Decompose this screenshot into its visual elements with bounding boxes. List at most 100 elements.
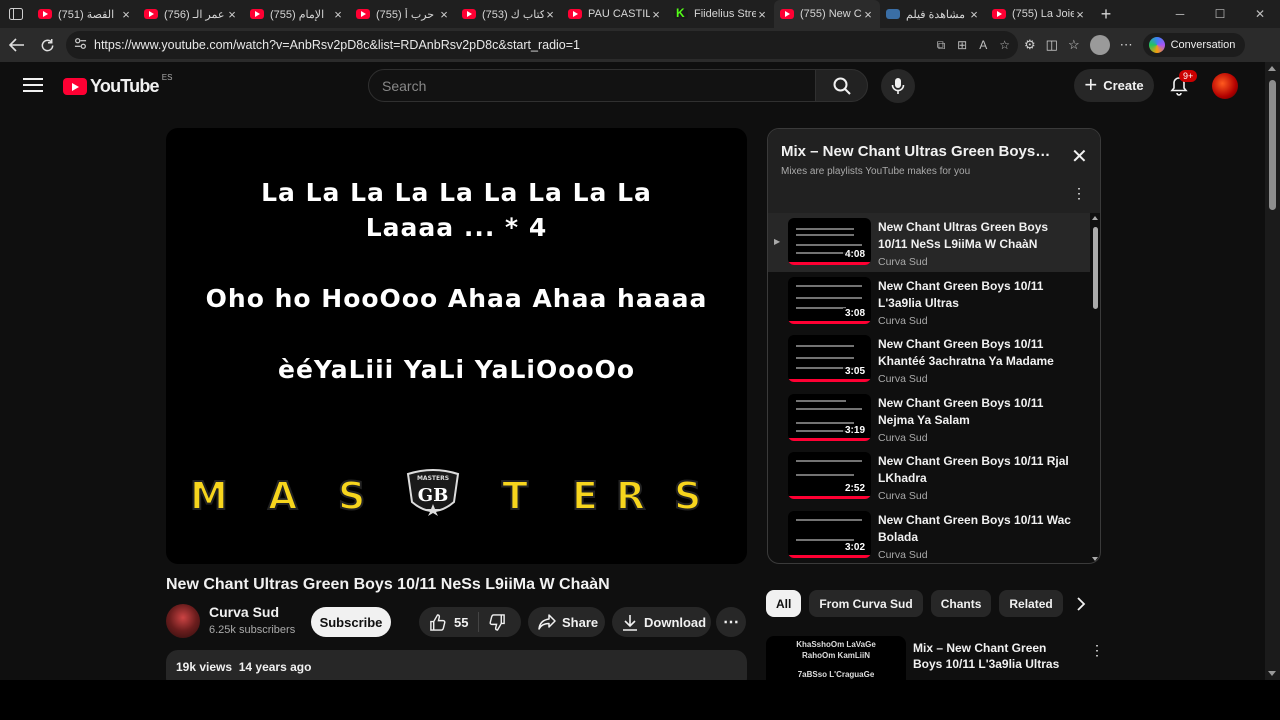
browser-tab[interactable]: Fiidelius Stre×	[668, 0, 774, 28]
chevron-right-icon[interactable]	[1068, 590, 1094, 617]
close-window-button[interactable]: ✕	[1240, 0, 1280, 28]
close-tab-icon[interactable]: ×	[650, 7, 662, 22]
address-bar[interactable]: https://www.youtube.com/watch?v=AnbRsv2p…	[66, 31, 1018, 59]
lyrics-line-2: Laaaa ... * 4	[365, 213, 548, 242]
filter-chip[interactable]: From Curva Sud	[809, 590, 923, 617]
dislike-button[interactable]	[479, 613, 516, 631]
create-button[interactable]: + Create	[1074, 69, 1154, 102]
browser-tab[interactable]: PAU CASTILL×	[562, 0, 668, 28]
search-button[interactable]	[815, 69, 868, 102]
copilot-button[interactable]: Conversation	[1142, 33, 1246, 57]
playlist-item-title[interactable]: New Chant Green Boys 10/11 L'3a9lia Ultr…	[878, 278, 1078, 312]
split-screen-icon[interactable]: ⊞	[957, 38, 967, 52]
playlist-item[interactable]: ▶ 4:08 New Chant Ultras Green Boys 10/11 N…	[768, 213, 1090, 272]
channel-avatar[interactable]	[166, 604, 200, 638]
close-tab-icon[interactable]: ×	[862, 7, 874, 22]
playlist-scroll-thumb[interactable]	[1093, 227, 1098, 309]
search-input[interactable]	[382, 77, 815, 94]
more-actions-button[interactable]: ⋯	[716, 607, 746, 637]
playlist-scrollbar[interactable]	[1091, 213, 1100, 563]
page-scroll-thumb[interactable]	[1269, 80, 1276, 210]
app-available-icon[interactable]: ⧉	[937, 38, 946, 53]
more-vertical-icon[interactable]: ⋮	[1090, 642, 1104, 659]
voice-search-button[interactable]	[881, 69, 915, 103]
close-icon[interactable]: ✕	[1071, 147, 1088, 167]
playlist-item-title[interactable]: New Chant Green Boys 10/11 Rjal LKhadra	[878, 453, 1078, 487]
playlist-item-title[interactable]: New Chant Green Boys 10/11 Wac Bolada	[878, 512, 1078, 546]
close-tab-icon[interactable]: ×	[438, 7, 450, 22]
browser-tab[interactable]: (756) عمر الـ ×	[138, 0, 244, 28]
description-box[interactable]: 19k views 14 years ago	[166, 650, 747, 680]
playlist-thumbnail[interactable]: 3:02	[788, 510, 871, 558]
playlist-item[interactable]: 3:05 New Chant Green Boys 10/11 Khantéé 3…	[768, 330, 1090, 389]
site-info-icon[interactable]	[66, 37, 94, 53]
recommended-thumbnail[interactable]: KhaSshoOm LaVaGe RahoOm KamLiiN 7aBSso L…	[766, 636, 906, 680]
playlist-item-channel: Curva Sud	[878, 490, 928, 502]
playlist-thumbnail[interactable]: 4:08	[788, 218, 871, 265]
extensions-icon[interactable]: ⚙	[1024, 37, 1036, 53]
browser-tab[interactable]: (753) كتاب ك ×	[456, 0, 562, 28]
more-vertical-icon[interactable]: ⋮	[1072, 185, 1086, 202]
playlist-item[interactable]: 2:52 New Chant Green Boys 10/11 Rjal LKha…	[768, 447, 1090, 506]
navigation-bar: https://www.youtube.com/watch?v=AnbRsv2p…	[0, 28, 1280, 62]
playlist-thumbnail[interactable]: 2:52	[788, 452, 871, 499]
playlist-item[interactable]: 3:08 New Chant Green Boys 10/11 L'3a9lia …	[768, 272, 1090, 331]
favorite-star-icon[interactable]: ☆	[999, 38, 1010, 52]
filter-chip[interactable]: All	[766, 590, 802, 617]
favorites-icon[interactable]: ☆	[1068, 37, 1080, 53]
close-tab-icon[interactable]: ×	[968, 7, 980, 22]
minimize-button[interactable]: ─	[1160, 0, 1200, 28]
filter-chip[interactable]: Chants	[930, 590, 992, 617]
tab-label: مشاهدة فيلم	[906, 8, 965, 21]
close-tab-icon[interactable]: ×	[544, 7, 556, 22]
back-button[interactable]	[2, 30, 32, 60]
playlist-item-title[interactable]: New Chant Green Boys 10/11 Nejma Ya Sala…	[878, 395, 1078, 429]
browser-toolbar: ⚙ ◫ ☆ ⋯ Conversation	[1024, 31, 1246, 59]
recommended-title[interactable]: Mix – New Chant Green Boys 10/11 L'3a9li…	[913, 640, 1073, 672]
read-aloud-icon[interactable]: A	[979, 38, 987, 52]
search-box[interactable]	[368, 69, 816, 102]
menu-icon[interactable]	[23, 76, 43, 94]
close-tab-icon[interactable]: ×	[1074, 7, 1086, 22]
close-tab-icon[interactable]: ×	[226, 7, 238, 22]
playlist-item-title[interactable]: New Chant Green Boys 10/11 Khantéé 3achr…	[878, 336, 1078, 370]
browser-tab[interactable]: (751) القصة ×	[32, 0, 138, 28]
account-avatar[interactable]	[1212, 73, 1238, 99]
refresh-button[interactable]	[32, 30, 62, 60]
browser-tab[interactable]: (755) New C ×	[774, 0, 880, 28]
notifications-button[interactable]: 9+	[1167, 70, 1198, 98]
playlist-item[interactable]: 3:02 New Chant Green Boys 10/11 Wac Bolad…	[768, 506, 1090, 564]
page-scrollbar[interactable]	[1265, 62, 1280, 680]
profile-avatar[interactable]	[1089, 35, 1110, 55]
close-tab-icon[interactable]: ×	[120, 7, 132, 22]
share-button[interactable]: Share	[528, 607, 605, 637]
more-options-icon[interactable]: ⋯	[1120, 37, 1133, 53]
youtube-logo[interactable]: YouTube ES	[63, 73, 172, 97]
new-tab-button[interactable]: +	[1092, 4, 1120, 25]
browser-tab[interactable]: (755) الإمام ×	[244, 0, 350, 28]
playlist-title[interactable]: Mix – New Chant Ultras Green Boys…	[781, 143, 1053, 160]
playlist-item[interactable]: 3:19 New Chant Green Boys 10/11 Nejma Ya …	[768, 389, 1090, 448]
url-text[interactable]: https://www.youtube.com/watch?v=AnbRsv2p…	[94, 38, 580, 52]
close-tab-icon[interactable]: ×	[332, 7, 344, 22]
view-count: 19k views	[176, 660, 233, 674]
browser-tab[interactable]: (755) حرب أ ×	[350, 0, 456, 28]
recommended-video[interactable]: KhaSshoOm LaVaGe RahoOm KamLiiN 7aBSso L…	[766, 636, 1104, 680]
playlist-thumbnail[interactable]: 3:19	[788, 393, 871, 441]
video-player[interactable]: La La La La La La La La La Laaaa ... * 4…	[166, 128, 747, 564]
split-window-icon[interactable]: ◫	[1046, 37, 1058, 53]
maximize-button[interactable]: ☐	[1200, 0, 1240, 28]
browser-tab[interactable]: مشاهدة فيلم ×	[880, 0, 986, 28]
watch-progress-bar	[788, 496, 871, 499]
playlist-thumbnail[interactable]: 3:08	[788, 276, 871, 324]
channel-name[interactable]: Curva Sud	[209, 604, 279, 620]
browser-tab[interactable]: (755) La Joie ×	[986, 0, 1092, 28]
playlist-item-title[interactable]: New Chant Ultras Green Boys 10/11 NeSs L…	[878, 219, 1078, 253]
filter-chip[interactable]: Related	[999, 590, 1063, 617]
close-tab-icon[interactable]: ×	[756, 7, 768, 22]
like-button[interactable]: 55	[419, 612, 480, 632]
download-button[interactable]: Download	[612, 607, 711, 637]
tab-actions-icon[interactable]	[0, 0, 32, 28]
playlist-thumbnail[interactable]: 3:05	[788, 335, 871, 382]
subscribe-button[interactable]: Subscribe	[311, 607, 391, 637]
